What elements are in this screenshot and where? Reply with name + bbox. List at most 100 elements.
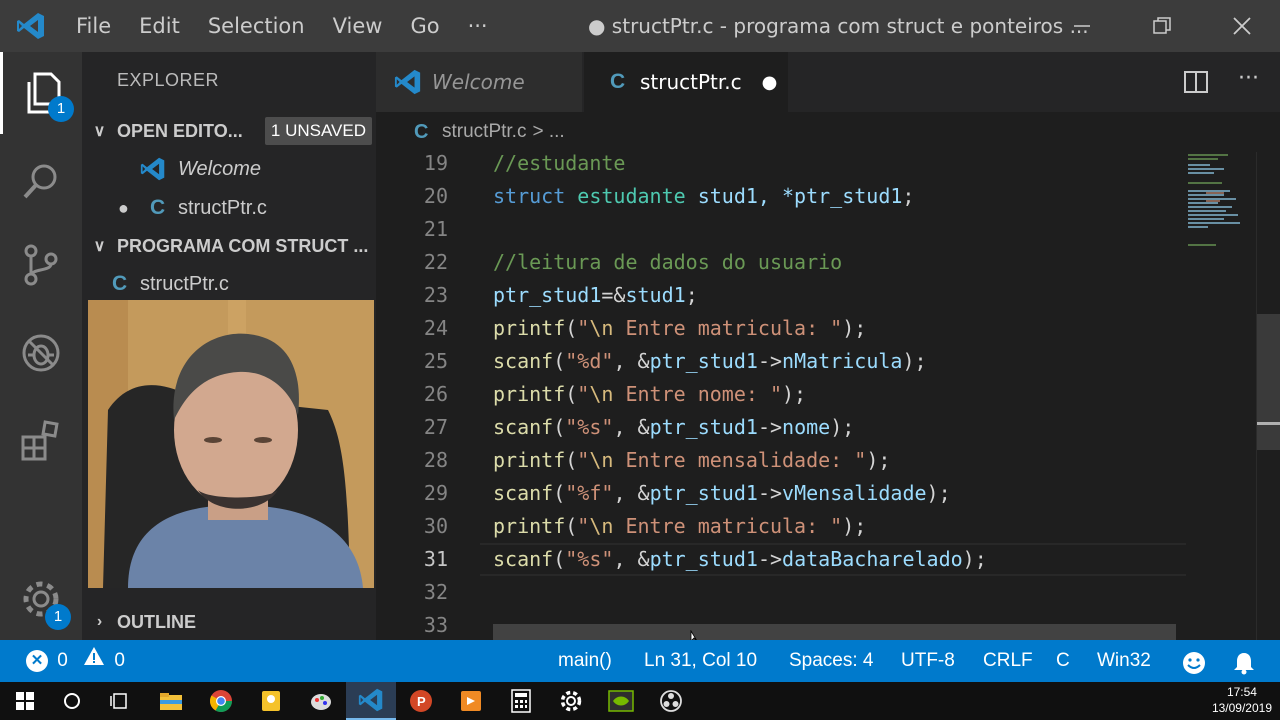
chevron-right-icon: › xyxy=(96,613,103,630)
line-number: 29 xyxy=(423,481,448,505)
lightbulb-app-icon[interactable] xyxy=(246,682,296,720)
code-text: printf("\n Entre matricula: "); xyxy=(493,510,866,543)
cortana-search-icon[interactable] xyxy=(47,682,97,720)
menu-edit[interactable]: Edit xyxy=(125,0,194,52)
code-line[interactable]: 19 //estudante xyxy=(376,152,1186,180)
status-indentation[interactable]: Spaces: 4 xyxy=(789,640,874,682)
more-actions-icon[interactable]: ··· xyxy=(1238,66,1259,91)
tab-structptr[interactable]: C structPtr.c ● xyxy=(584,52,788,112)
tab-welcome[interactable]: Welcome xyxy=(376,52,582,112)
dirty-dot-icon[interactable]: ● xyxy=(762,72,778,93)
vscode-icon xyxy=(394,68,432,96)
menu-go[interactable]: Go xyxy=(396,0,453,52)
code-line[interactable]: 29 scanf("%f", &ptr_stud1->vMensalidade); xyxy=(376,477,1186,510)
code-editor[interactable]: 19 //estudante 20 struct estudante stud1, *… xyxy=(376,152,1280,640)
split-editor-icon[interactable] xyxy=(1184,70,1208,98)
code-line[interactable]: 32 xyxy=(376,576,1186,609)
line-number: 26 xyxy=(423,382,448,406)
breadcrumb-file[interactable]: structPtr.c xyxy=(442,121,526,143)
open-editors-header[interactable]: ∨ OPEN EDITO... 1 UNSAVED xyxy=(82,113,376,149)
notifications-bell-icon[interactable] xyxy=(1232,649,1256,675)
code-text: scanf("%s", &ptr_stud1->dataBacharelado)… xyxy=(493,543,987,576)
code-line[interactable]: 26 printf("\n Entre nome: "); xyxy=(376,378,1186,411)
settings-gear-icon[interactable]: 1 xyxy=(0,558,82,640)
breadcrumb-rest[interactable]: > ... xyxy=(532,121,564,143)
project-folder-header[interactable]: ∨ PROGRAMA COM STRUCT ... xyxy=(82,228,376,264)
code-line[interactable]: 30 printf("\n Entre matricula: "); xyxy=(376,510,1186,543)
code-token: ptr_stud1 xyxy=(649,349,758,373)
code-line[interactable]: 28 printf("\n Entre mensalidade: "); xyxy=(376,444,1186,477)
minimize-button[interactable] xyxy=(1042,0,1122,52)
code-token: ptr_stud1 xyxy=(649,547,758,571)
source-control-icon[interactable] xyxy=(0,224,82,306)
code-text: //estudante xyxy=(493,152,625,180)
code-token: ptr_stud1 xyxy=(649,481,758,505)
obs-icon[interactable] xyxy=(646,682,696,720)
code-token: scanf xyxy=(493,547,554,571)
menu-file[interactable]: File xyxy=(62,0,125,52)
code-token: printf xyxy=(493,382,566,406)
powerpoint-icon[interactable]: P xyxy=(396,682,446,720)
code-line[interactable]: 25 scanf("%d", &ptr_stud1->nMatricula); xyxy=(376,345,1186,378)
file-structptr[interactable]: C structPtr.c xyxy=(82,265,376,303)
extensions-icon[interactable] xyxy=(0,400,82,482)
status-language[interactable]: C xyxy=(1056,640,1070,682)
status-eol[interactable]: CRLF xyxy=(983,640,1033,682)
line-number: 33 xyxy=(423,613,448,637)
code-line[interactable]: 20 struct estudante stud1, *ptr_stud1; xyxy=(376,180,1186,213)
paint-app-icon[interactable] xyxy=(296,682,346,720)
vertical-scrollbar[interactable] xyxy=(1256,152,1280,640)
code-token: , & xyxy=(613,481,650,505)
debug-icon[interactable] xyxy=(0,312,82,394)
code-token: ); xyxy=(926,481,951,505)
nvidia-icon[interactable] xyxy=(596,682,646,720)
menu-view[interactable]: View xyxy=(319,0,397,52)
menu-selection[interactable]: Selection xyxy=(194,0,319,52)
restore-button[interactable] xyxy=(1122,0,1202,52)
code-token: struct xyxy=(493,184,578,208)
windows-start-icon[interactable] xyxy=(0,682,50,720)
explorer-icon[interactable]: 1 xyxy=(0,52,82,134)
calculator-icon[interactable] xyxy=(496,682,546,720)
vscode-taskbar-icon[interactable] xyxy=(346,682,396,720)
code-line[interactable]: 21 xyxy=(376,213,1186,246)
code-line[interactable]: 31 scanf("%s", &ptr_stud1->dataBacharelad… xyxy=(376,543,1186,576)
code-line[interactable]: 22 //leitura de dados do usuario xyxy=(376,246,1186,279)
code-line[interactable]: 27 scanf("%s", &ptr_stud1->nome); xyxy=(376,411,1186,444)
code-token: ( xyxy=(565,514,578,538)
taskbar-clock[interactable]: 17:54 13/09/2019 xyxy=(1212,684,1272,716)
status-encoding[interactable]: UTF-8 xyxy=(901,640,955,682)
code-token: \n xyxy=(589,382,614,406)
code-line[interactable]: 23 ptr_stud1=&stud1; xyxy=(376,279,1186,312)
code-token: ); xyxy=(902,349,927,373)
code-token: ( xyxy=(553,415,566,439)
code-token: nMatricula xyxy=(782,349,903,373)
close-button[interactable] xyxy=(1202,0,1280,52)
open-editor-welcome[interactable]: Welcome xyxy=(82,150,376,188)
file-explorer-icon[interactable] xyxy=(146,682,196,720)
warning-count: 0 xyxy=(114,650,125,672)
scrollbar-thumb[interactable] xyxy=(1257,314,1280,450)
line-number: 32 xyxy=(423,580,448,604)
menu-more[interactable]: ··· xyxy=(454,0,502,52)
horizontal-scrollbar[interactable] xyxy=(493,624,1176,640)
chrome-icon[interactable] xyxy=(196,682,246,720)
tab-label: structPtr.c xyxy=(640,70,742,94)
settings-taskbar-icon[interactable] xyxy=(546,682,596,720)
outline-header[interactable]: › OUTLINE xyxy=(82,604,376,640)
minimap[interactable] xyxy=(1186,152,1256,640)
open-editor-structptr[interactable]: ● C structPtr.c xyxy=(82,189,376,227)
code-token: ); xyxy=(866,448,891,472)
code-token: ); xyxy=(830,415,855,439)
status-platform[interactable]: Win32 xyxy=(1097,640,1151,682)
status-scope[interactable]: main() xyxy=(558,640,612,682)
status-cursor-position[interactable]: Ln 31, Col 10 xyxy=(644,640,757,682)
task-view-icon[interactable] xyxy=(95,682,145,720)
orange-app-icon[interactable] xyxy=(446,682,496,720)
search-icon[interactable] xyxy=(0,140,82,222)
code-line[interactable]: 24 printf("\n Entre matricula: "); xyxy=(376,312,1186,345)
line-number: 25 xyxy=(423,349,448,373)
feedback-smiley-icon[interactable] xyxy=(1182,649,1206,674)
problems-indicator[interactable]: ✕ 0 0 xyxy=(26,640,125,682)
code-text: printf("\n Entre mensalidade: "); xyxy=(493,444,890,477)
